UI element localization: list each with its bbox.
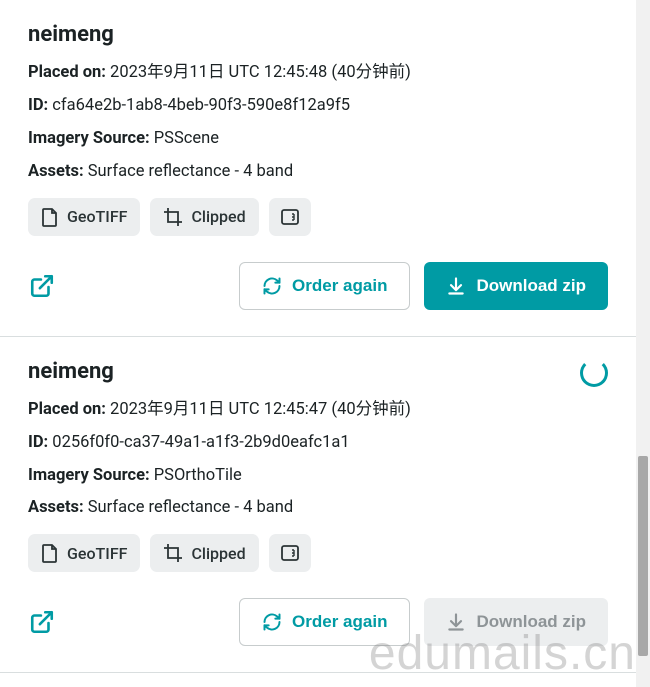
tag-row: GeoTIFF Clipped [28,534,608,572]
source-value: PSScene [154,129,219,148]
assets-row: Assets: Surface reflectance - 4 band [28,496,608,520]
placed-on-label: Placed on: [28,400,106,419]
tag-format: GeoTIFF [28,534,140,572]
scrollbar-thumb[interactable] [638,456,648,656]
id-label: ID: [28,96,48,115]
download-icon [446,612,466,632]
assets-row: Assets: Surface reflectance - 4 band [28,160,608,184]
refresh-icon [262,276,282,296]
open-external-button[interactable] [28,608,56,636]
placed-on-value: 2023年9月11日 UTC 12:45:48 (40分钟前) [110,63,411,82]
crop-icon [163,543,183,563]
id-row: ID: 0256f0f0-ca37-49a1-a1f3-2b9d0eafc1a1 [28,431,608,455]
aoi-icon [280,208,300,226]
id-row: ID: cfa64e2b-1ab8-4beb-90f3-590e8f12a9f5 [28,94,608,118]
tag-format-label: GeoTIFF [67,207,127,226]
source-label: Imagery Source: [28,466,150,485]
assets-value: Surface reflectance - 4 band [88,498,293,517]
refresh-icon [262,612,282,632]
aoi-icon [280,544,300,562]
order-again-button[interactable]: Order again [239,598,410,646]
tag-clipped-label: Clipped [191,207,245,226]
tag-clipped: Clipped [150,198,258,236]
order-again-label: Order again [292,276,387,296]
download-zip-button[interactable]: Download zip [424,262,608,310]
id-label: ID: [28,433,48,452]
crop-icon [163,207,183,227]
order-again-label: Order again [292,612,387,632]
source-label: Imagery Source: [28,129,150,148]
placed-on-label: Placed on: [28,63,106,82]
source-row: Imagery Source: PSOrthoTile [28,464,608,488]
source-row: Imagery Source: PSScene [28,127,608,151]
tag-clipped: Clipped [150,534,258,572]
order-title: neimeng [28,22,608,47]
scrollbar[interactable] [636,0,650,687]
assets-value: Surface reflectance - 4 band [88,162,293,181]
order-card: neimeng Placed on: 2023年9月11日 UTC 12:45:… [0,337,636,674]
download-zip-button: Download zip [424,598,608,646]
tag-aoi [269,198,311,236]
open-external-button[interactable] [28,272,56,300]
download-zip-label: Download zip [476,276,586,296]
source-value: PSOrthoTile [154,466,242,485]
loading-spinner-icon [580,359,608,387]
assets-label: Assets: [28,498,84,517]
placed-on-row: Placed on: 2023年9月11日 UTC 12:45:47 (40分钟… [28,398,608,422]
order-title: neimeng [28,359,608,384]
file-icon [41,207,59,227]
order-card: neimeng Placed on: 2023年9月11日 UTC 12:45:… [0,0,636,337]
tag-row: GeoTIFF Clipped [28,198,608,236]
tag-format-label: GeoTIFF [67,544,127,563]
file-icon [41,543,59,563]
download-zip-label: Download zip [476,612,586,632]
id-value: 0256f0f0-ca37-49a1-a1f3-2b9d0eafc1a1 [52,433,349,452]
assets-label: Assets: [28,162,84,181]
tag-aoi [269,534,311,572]
download-icon [446,276,466,296]
id-value: cfa64e2b-1ab8-4beb-90f3-590e8f12a9f5 [52,96,350,115]
tag-format: GeoTIFF [28,198,140,236]
tag-clipped-label: Clipped [191,544,245,563]
order-again-button[interactable]: Order again [239,262,410,310]
action-row: Order again Download zip [28,262,608,310]
action-row: Order again Download zip [28,598,608,646]
placed-on-value: 2023年9月11日 UTC 12:45:47 (40分钟前) [110,400,411,419]
placed-on-row: Placed on: 2023年9月11日 UTC 12:45:48 (40分钟… [28,61,608,85]
